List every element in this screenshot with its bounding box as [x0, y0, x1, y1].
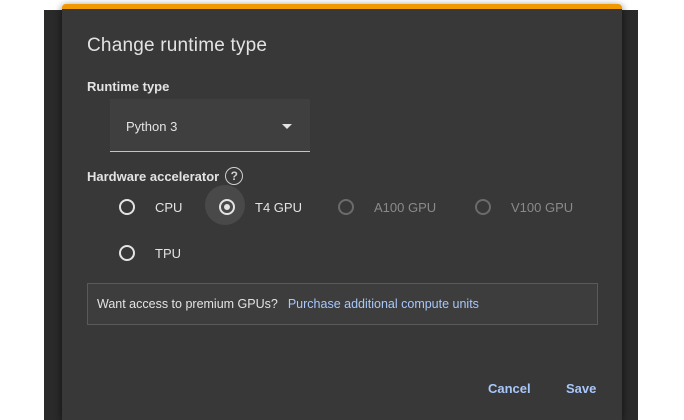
- help-icon[interactable]: ?: [225, 167, 244, 185]
- radio-button-disabled-icon: [338, 199, 354, 215]
- radio-option-tpu[interactable]: TPU: [117, 241, 181, 265]
- change-runtime-dialog: Change runtime type Runtime type Python …: [62, 4, 622, 420]
- backdrop-overlay-left: [44, 10, 64, 420]
- radio-option-a100-gpu: A100 GPU: [336, 195, 436, 219]
- radio-button-icon[interactable]: [119, 199, 135, 215]
- runtime-type-value: Python 3: [126, 119, 178, 134]
- radio-button-selected-icon[interactable]: [219, 199, 235, 215]
- purchase-compute-units-link[interactable]: Purchase additional compute units: [288, 297, 479, 311]
- dialog-title: Change runtime type: [87, 35, 268, 56]
- radio-label-a100-gpu: A100 GPU: [374, 199, 437, 215]
- radio-label-tpu: TPU: [155, 245, 181, 261]
- radio-dot-icon: [224, 204, 230, 210]
- radio-option-t4-gpu[interactable]: T4 GPU: [205, 185, 302, 225]
- runtime-type-select[interactable]: Python 3: [110, 99, 310, 152]
- dropdown-arrow-icon: [282, 124, 292, 129]
- radio-button-disabled-icon: [475, 199, 491, 215]
- notice-text: Want access to premium GPUs?: [97, 297, 278, 311]
- cancel-button[interactable]: Cancel: [488, 381, 531, 396]
- radio-label-cpu: CPU: [155, 199, 183, 215]
- premium-gpu-notice: Want access to premium GPUs? Purchase ad…: [87, 283, 598, 325]
- hardware-accelerator-heading: Hardware accelerator ?: [87, 167, 244, 185]
- backdrop-overlay-right: [620, 10, 638, 420]
- radio-option-cpu[interactable]: CPU: [117, 195, 182, 219]
- radio-option-v100-gpu: V100 GPU: [473, 195, 573, 219]
- radio-label-v100-gpu: V100 GPU: [511, 199, 574, 215]
- hardware-accelerator-label: Hardware accelerator: [87, 168, 220, 184]
- save-button[interactable]: Save: [566, 381, 596, 396]
- radio-label-t4-gpu: T4 GPU: [255, 199, 302, 215]
- runtime-type-label: Runtime type: [87, 79, 170, 94]
- radio-button-icon[interactable]: [119, 245, 135, 261]
